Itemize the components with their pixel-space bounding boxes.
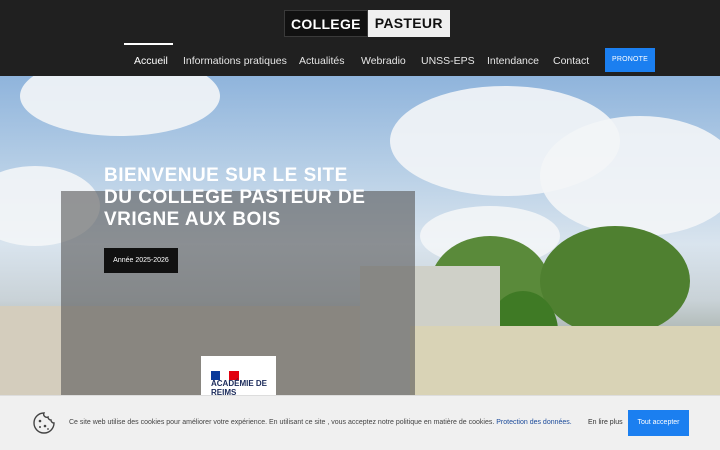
logo-college: COLLEGE [284,10,368,37]
read-more-link[interactable]: En lire plus [588,419,623,426]
nav-intendance[interactable]: Intendance [487,55,539,67]
academie-logo[interactable]: ACADÉMIE DE REIMS [201,356,276,397]
pronote-button[interactable]: PRONOTE [605,48,655,72]
tree [540,226,690,336]
nav-accueil[interactable]: Accueil [134,55,168,67]
cookie-message: Ce site web utilise des cookies pour amé… [69,419,495,426]
hero-title: BIENVENUE SUR LE SITE DU COLLEGE PASTEUR… [104,165,366,230]
year-button[interactable]: Année 2025-2026 [104,248,178,273]
cookie-banner: Ce site web utilise des cookies pour amé… [0,395,720,450]
site-header: COLLEGE PASTEUR Accueil Informations pra… [0,0,720,76]
french-flag-icon [211,367,239,380]
nav-actualites[interactable]: Actualités [299,55,345,67]
nav-unss-eps[interactable]: UNSS-EPS [421,55,475,67]
cookie-icon [33,412,55,434]
cloud [540,116,720,236]
privacy-link[interactable]: Protection des données. [496,419,572,426]
site-logo[interactable]: COLLEGE PASTEUR [284,10,450,37]
cloud [20,76,220,136]
logo-pasteur: PASTEUR [367,10,450,37]
accept-all-button[interactable]: Tout accepter [628,410,689,436]
cookie-text: Ce site web utilise des cookies pour amé… [69,419,572,426]
main-nav: Accueil Informations pratiques Actualité… [0,43,720,76]
nav-informations-pratiques[interactable]: Informations pratiques [183,55,287,67]
nav-webradio[interactable]: Webradio [361,55,406,67]
active-nav-indicator [124,43,173,45]
nav-contact[interactable]: Contact [553,55,589,67]
